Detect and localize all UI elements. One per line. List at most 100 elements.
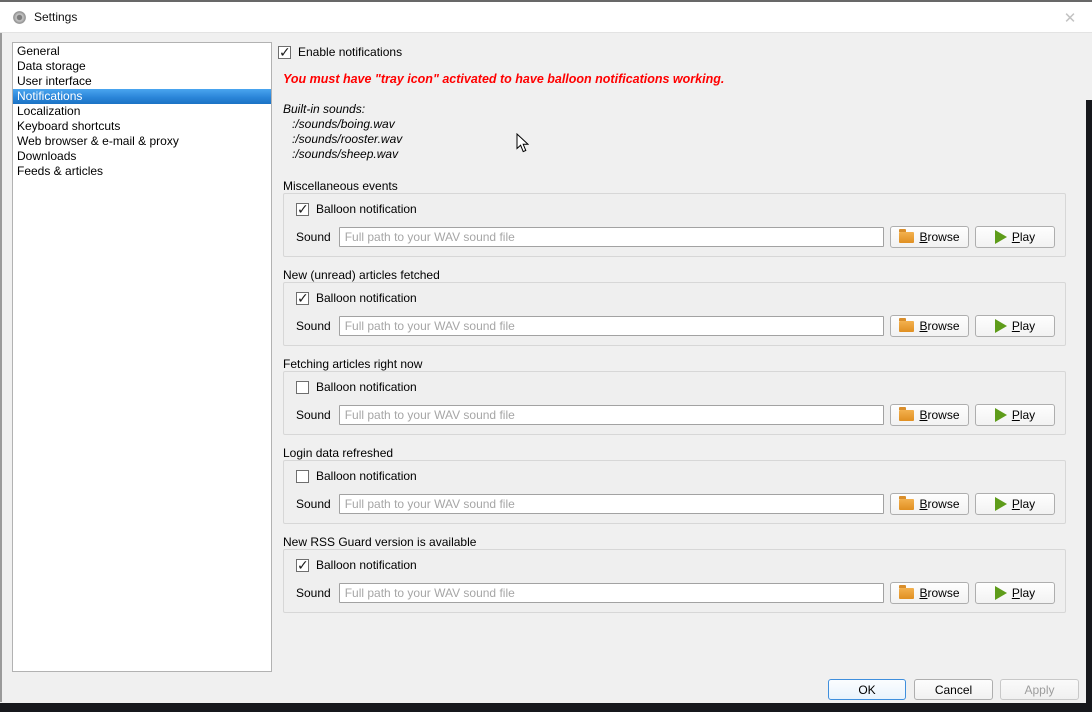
sound-label: Sound	[296, 230, 331, 244]
group-title: New (unread) articles fetched	[283, 268, 1066, 282]
settings-dialog: { "titlebar": { "title": "Settings", "cl…	[0, 0, 1092, 712]
group-panel: Balloon notification Sound Browse Play	[283, 460, 1066, 524]
notifications-settings-panel: Enable notifications You must have "tray…	[277, 40, 1085, 680]
balloon-notification-checkbox[interactable]	[296, 559, 309, 572]
enable-notifications-label: Enable notifications	[298, 45, 402, 59]
sidebar-item-keyboard-shortcuts[interactable]: Keyboard shortcuts	[13, 119, 271, 134]
play-button[interactable]: Play	[975, 404, 1055, 426]
folder-icon	[899, 410, 914, 421]
sidebar-item-data-storage[interactable]: Data storage	[13, 59, 271, 74]
play-icon	[995, 230, 1007, 244]
play-icon	[995, 586, 1007, 600]
settings-app-icon	[13, 11, 26, 24]
sidebar-item-web-browser-proxy[interactable]: Web browser & e-mail & proxy	[13, 134, 271, 149]
sidebar-item-general[interactable]: General	[13, 44, 271, 59]
sidebar-item-downloads[interactable]: Downloads	[13, 149, 271, 164]
group-panel: Balloon notification Sound Browse Play	[283, 371, 1066, 435]
sound-path-input[interactable]	[339, 583, 884, 603]
group-title: Fetching articles right now	[283, 357, 1066, 371]
builtin-sounds-info: Built-in sounds: :/sounds/boing.wav :/so…	[283, 102, 402, 162]
browse-button[interactable]: Browse	[890, 315, 969, 337]
browse-button[interactable]: Browse	[890, 582, 969, 604]
sound-path-input[interactable]	[339, 316, 884, 336]
play-button-label: Play	[1012, 497, 1035, 511]
group-login-data-refreshed: Login data refreshed Balloon notificatio…	[283, 446, 1066, 524]
sound-label: Sound	[296, 497, 331, 511]
sound-label: Sound	[296, 586, 331, 600]
play-button-label: Play	[1012, 586, 1035, 600]
folder-icon	[899, 232, 914, 243]
group-panel: Balloon notification Sound Browse Play	[283, 282, 1066, 346]
apply-button[interactable]: Apply	[1000, 679, 1079, 700]
sound-label: Sound	[296, 408, 331, 422]
settings-category-list: General Data storage User interface Noti…	[12, 42, 272, 672]
browse-button[interactable]: Browse	[890, 404, 969, 426]
tray-icon-warning-text: You must have "tray icon" activated to h…	[283, 72, 1073, 86]
sound-path-input[interactable]	[339, 405, 884, 425]
builtin-sounds-heading: Built-in sounds:	[283, 102, 402, 117]
group-title: New RSS Guard version is available	[283, 535, 1066, 549]
sidebar-item-notifications[interactable]: Notifications	[13, 89, 271, 104]
browse-button-label: Browse	[919, 497, 959, 511]
titlebar[interactable]: Settings ✕	[0, 0, 1092, 33]
balloon-notification-row[interactable]: Balloon notification	[296, 558, 1055, 572]
play-button-label: Play	[1012, 230, 1035, 244]
folder-icon	[899, 321, 914, 332]
builtin-sound-path: :/sounds/sheep.wav	[283, 147, 402, 162]
folder-icon	[899, 499, 914, 510]
balloon-notification-row[interactable]: Balloon notification	[296, 202, 1055, 216]
balloon-notification-checkbox[interactable]	[296, 470, 309, 483]
sidebar-item-localization[interactable]: Localization	[13, 104, 271, 119]
sound-path-input[interactable]	[339, 494, 884, 514]
balloon-notification-label: Balloon notification	[316, 202, 417, 216]
group-miscellaneous-events: Miscellaneous events Balloon notificatio…	[283, 179, 1066, 257]
play-button[interactable]: Play	[975, 315, 1055, 337]
close-icon[interactable]: ✕	[1056, 6, 1084, 30]
balloon-notification-label: Balloon notification	[316, 380, 417, 394]
group-panel: Balloon notification Sound Browse Play	[283, 193, 1066, 257]
play-icon	[995, 319, 1007, 333]
balloon-notification-row[interactable]: Balloon notification	[296, 291, 1055, 305]
play-button[interactable]: Play	[975, 226, 1055, 248]
enable-notifications-row[interactable]: Enable notifications	[278, 45, 402, 59]
play-button[interactable]: Play	[975, 493, 1055, 515]
group-new-version-available: New RSS Guard version is available Ballo…	[283, 535, 1066, 613]
play-button-label: Play	[1012, 319, 1035, 333]
balloon-notification-row[interactable]: Balloon notification	[296, 380, 1055, 394]
browse-button[interactable]: Browse	[890, 493, 969, 515]
balloon-notification-label: Balloon notification	[316, 558, 417, 572]
enable-notifications-checkbox[interactable]	[278, 46, 291, 59]
browse-button-label: Browse	[919, 230, 959, 244]
browse-button-label: Browse	[919, 408, 959, 422]
browse-button-label: Browse	[919, 586, 959, 600]
group-title: Miscellaneous events	[283, 179, 1066, 193]
balloon-notification-label: Balloon notification	[316, 469, 417, 483]
sidebar-item-user-interface[interactable]: User interface	[13, 74, 271, 89]
cancel-button[interactable]: Cancel	[914, 679, 993, 700]
group-new-articles-fetched: New (unread) articles fetched Balloon no…	[283, 268, 1066, 346]
window-title: Settings	[34, 10, 77, 24]
background-app-bottom-edge	[0, 703, 1092, 712]
play-button-label: Play	[1012, 408, 1035, 422]
balloon-notification-checkbox[interactable]	[296, 203, 309, 216]
background-app-right-edge	[1086, 100, 1092, 712]
group-fetching-articles-now: Fetching articles right now Balloon noti…	[283, 357, 1066, 435]
browse-button[interactable]: Browse	[890, 226, 969, 248]
play-icon	[995, 497, 1007, 511]
group-panel: Balloon notification Sound Browse Play	[283, 549, 1066, 613]
mouse-cursor	[516, 133, 529, 153]
balloon-notification-label: Balloon notification	[316, 291, 417, 305]
balloon-notification-checkbox[interactable]	[296, 292, 309, 305]
sound-label: Sound	[296, 319, 331, 333]
ok-button[interactable]: OK	[828, 679, 906, 700]
folder-icon	[899, 588, 914, 599]
builtin-sound-path: :/sounds/rooster.wav	[283, 132, 402, 147]
group-title: Login data refreshed	[283, 446, 1066, 460]
balloon-notification-row[interactable]: Balloon notification	[296, 469, 1055, 483]
sidebar-item-feeds-articles[interactable]: Feeds & articles	[13, 164, 271, 179]
play-icon	[995, 408, 1007, 422]
play-button[interactable]: Play	[975, 582, 1055, 604]
sound-path-input[interactable]	[339, 227, 884, 247]
balloon-notification-checkbox[interactable]	[296, 381, 309, 394]
browse-button-label: Browse	[919, 319, 959, 333]
